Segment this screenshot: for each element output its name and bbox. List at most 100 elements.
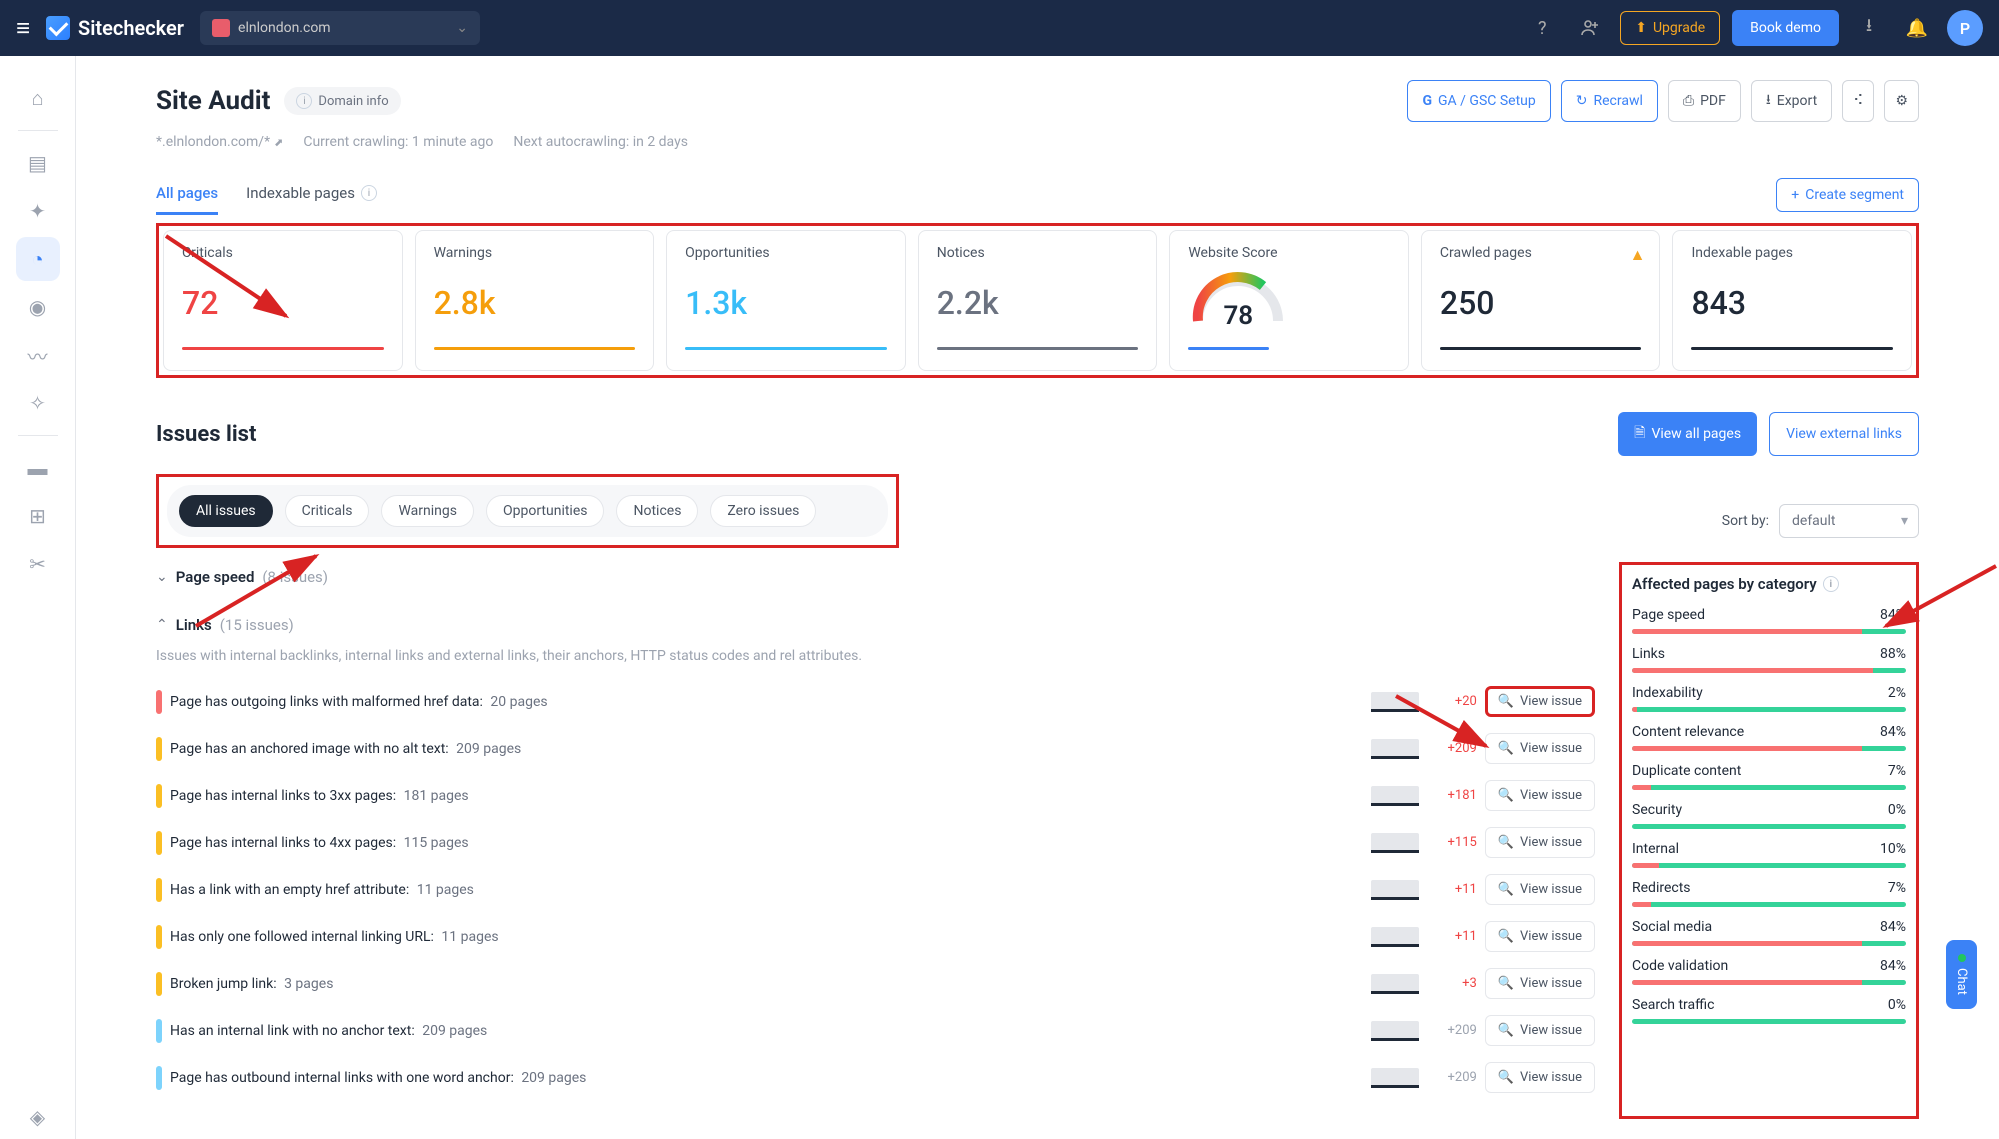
delta-value: +3 [1433,976,1477,991]
avatar[interactable]: P [1947,10,1983,46]
category-pct: 84% [1880,919,1906,935]
warning-icon: ▲ [1630,245,1646,265]
progress-bar [1632,980,1906,985]
category-pct: 10% [1880,841,1906,857]
category-pct: 84% [1880,724,1906,740]
chat-button[interactable]: Chat [1946,940,1977,1009]
metric-card[interactable]: Criticals 72 [163,230,403,371]
filter-chip[interactable]: Notices [616,495,698,527]
view-issue-button[interactable]: 🔍 View issue [1485,686,1595,717]
metric-label: Criticals [182,245,384,261]
metric-card[interactable]: Indexable pages843 [1672,230,1912,371]
issue-text: Page has internal links to 3xx pages: 18… [170,788,1363,804]
recrawl-button[interactable]: ↻Recrawl [1561,80,1658,122]
filter-chip[interactable]: Opportunities [486,495,605,527]
delta-value: +209 [1433,1023,1477,1038]
domain-name: elnlondon.com [238,20,331,36]
filter-chip[interactable]: Zero issues [710,495,816,527]
filter-chip[interactable]: Criticals [285,495,370,527]
affected-row: Indexability 2% [1632,685,1906,712]
sort-select[interactable]: default [1779,504,1919,538]
search-icon: 🔍 [1498,741,1514,756]
view-issue-button[interactable]: 🔍 View issue [1485,968,1595,999]
issue-group-header[interactable]: ⌄Page speed(8 issues) [156,562,1595,592]
affected-row: Content relevance84% [1632,724,1906,751]
sidebar-dashboard-icon[interactable]: ▤ [16,141,60,185]
domain-info-pill[interactable]: iDomain info [284,87,400,115]
issue-row: Has a link with an empty href attribute:… [156,866,1595,913]
upgrade-button[interactable]: ⬆ Upgrade [1620,11,1720,45]
progress-bar [1632,668,1906,673]
view-issue-button[interactable]: 🔍 View issue [1485,780,1595,811]
view-external-links-button[interactable]: View external links [1769,412,1919,456]
metric-value: 2.8k [434,284,636,322]
category-pct: 2% [1888,685,1906,701]
add-user-icon[interactable] [1572,10,1608,46]
logo-icon [46,16,70,40]
search-icon: 🔍 [1498,788,1514,803]
metric-label: Crawled pages [1440,245,1642,261]
metric-card[interactable]: ▲Crawled pages250 [1421,230,1661,371]
sidebar-audit-icon[interactable]: ◔ [16,237,60,281]
affected-row: Duplicate content7% [1632,763,1906,790]
view-issue-button[interactable]: 🔍 View issue [1485,827,1595,858]
filter-chip[interactable]: Warnings [381,495,474,527]
metric-label: Opportunities [685,245,887,261]
tab-indexable-pages[interactable]: Indexable pagesi [246,174,377,215]
ga-setup-button[interactable]: GGA / GSC Setup [1407,80,1550,122]
progress-bar [1632,707,1906,712]
export-button[interactable]: ⭳Export [1751,80,1832,122]
metric-label: Website Score [1188,245,1390,261]
sidebar-apps-icon[interactable]: ⊞ [16,494,60,538]
sidebar-links-icon[interactable]: ✂ [16,542,60,586]
help-icon[interactable]: ? [1524,10,1560,46]
issues-list-title: Issues list [156,422,256,447]
settings-button[interactable]: ⚙ [1884,80,1919,122]
affected-panel: Affected pages by category i Page speed8… [1619,562,1919,1119]
search-icon: 🔍 [1498,882,1514,897]
view-issue-button[interactable]: 🔍 View issue [1485,733,1595,764]
filter-chip[interactable]: All issues [179,495,273,527]
issue-group-header[interactable]: ⌃Links(15 issues) [156,610,1595,640]
progress-bar [1632,863,1906,868]
view-issue-button[interactable]: 🔍 View issue [1485,874,1595,905]
category-name: Indexability [1632,685,1703,701]
view-issue-button[interactable]: 🔍 View issue [1485,1015,1595,1046]
sparkline-icon [1371,692,1419,712]
metric-card[interactable]: Notices2.2k [918,230,1158,371]
share-button[interactable]: ⠪ [1842,80,1874,122]
category-name: Page speed [1632,607,1705,623]
brand-logo[interactable]: Sitechecker [46,16,184,40]
hamburger-icon[interactable]: ≡ [16,14,30,43]
metric-value: 72 [182,284,384,322]
book-demo-button[interactable]: Book demo [1732,10,1839,46]
sidebar-tools-icon[interactable]: ✧ [16,381,60,425]
tab-all-pages[interactable]: All pages [156,174,218,215]
metric-card[interactable]: Website Score78 [1169,230,1409,371]
category-pct: 0% [1888,802,1906,818]
create-segment-button[interactable]: + Create segment [1776,178,1919,212]
severity-bar-icon [156,878,162,902]
sidebar-briefcase-icon[interactable]: ▬ [16,446,60,490]
pdf-button[interactable]: ⎙PDF [1668,80,1741,122]
view-issue-button[interactable]: 🔍 View issue [1485,1062,1595,1093]
chevron-icon: ⌃ [156,617,168,633]
metric-card[interactable]: Opportunities1.3k [666,230,906,371]
sidebar-rank-icon[interactable]: 〰 [16,333,60,377]
sidebar-home-icon[interactable]: ⌂ [16,76,60,120]
category-name: Redirects [1632,880,1691,896]
metric-card[interactable]: Warnings2.8k [415,230,655,371]
category-name: Security [1632,802,1682,818]
metric-value: 843 [1691,284,1893,322]
view-issue-button[interactable]: 🔍 View issue [1485,921,1595,952]
bell-icon[interactable]: 🔔 [1899,10,1935,46]
crawl-status: Current crawling: 1 minute ago [303,134,493,150]
sidebar-keywords-icon[interactable]: ✦ [16,189,60,233]
sidebar-speed-icon[interactable]: ◉ [16,285,60,329]
sidebar-diamond-icon[interactable]: ◈ [16,1095,60,1139]
view-all-pages-button[interactable]: 🗎 View all pages [1618,412,1757,456]
domain-selector[interactable]: elnlondon.com [200,11,480,45]
download-icon[interactable]: ⭳ [1851,10,1887,46]
affected-row: Search traffic0% [1632,997,1906,1024]
issue-row: Page has outbound internal links with on… [156,1054,1595,1101]
